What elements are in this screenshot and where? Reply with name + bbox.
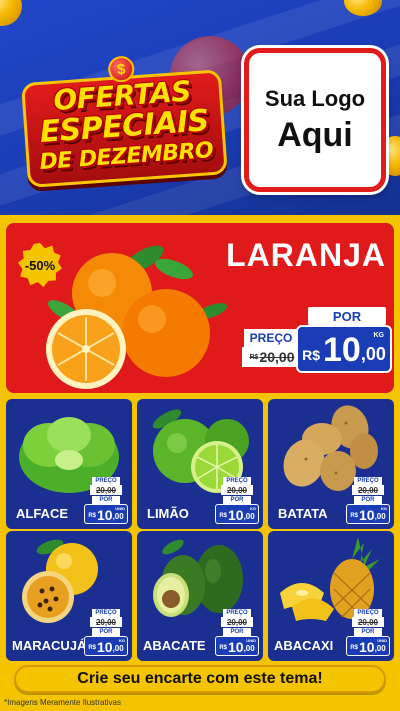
- price-decimal: ,00: [374, 512, 386, 521]
- unit-label: UNID: [115, 506, 125, 511]
- unit-label: KG: [381, 506, 387, 511]
- featured-product-card[interactable]: -50% LARANJA POR PREÇO R$ 20,00 KG R$ 10…: [6, 223, 394, 393]
- price-integer: 10: [358, 639, 375, 655]
- main-content: -50% LARANJA POR PREÇO R$ 20,00 KG R$ 10…: [0, 215, 400, 711]
- price-tag: PREÇO 20,00 POR UNID R$ 10 ,00: [346, 609, 390, 656]
- unit-label: KG: [250, 506, 256, 511]
- new-price: UNID R$ 10 ,00: [215, 636, 259, 656]
- product-card-maracuja[interactable]: MARACUJÁ PREÇO 20,00 POR KG R$ 10 ,00: [6, 531, 132, 661]
- price-integer: 10: [227, 639, 244, 655]
- price-decimal: ,00: [360, 344, 386, 364]
- logo-text-line2: Aqui: [277, 115, 353, 154]
- header-banner: $ OFERTAS ESPECIAIS DE DEZEMBRO Sua Logo…: [0, 0, 400, 215]
- new-price: UNID R$ 10 ,00: [346, 636, 390, 656]
- old-currency: R$: [249, 353, 259, 361]
- price-tag: PREÇO 20,00 POR UNID R$ 10 ,00: [215, 609, 259, 656]
- coin-decoration: [0, 0, 22, 26]
- create-flyer-button[interactable]: Crie seu encarte com este tema!: [14, 665, 386, 693]
- old-price: R$ 20,00: [242, 347, 302, 367]
- currency-label: R$: [302, 347, 321, 363]
- product-name: MARACUJÁ: [12, 638, 87, 653]
- preco-label: PREÇO: [223, 609, 251, 617]
- product-card-alface[interactable]: ALFACE PREÇO 20,00 POR UNID R$ 10 ,00: [6, 399, 132, 529]
- new-price: KG R$ 10 ,00: [215, 504, 259, 524]
- por-label: POR: [223, 496, 251, 504]
- old-price-value: 20,00: [259, 349, 295, 365]
- preco-label: PREÇO: [354, 477, 382, 485]
- product-name: ALFACE: [16, 506, 68, 521]
- price-integer: 10: [96, 507, 113, 523]
- price-decimal: ,00: [243, 644, 255, 653]
- old-price: 20,00: [221, 617, 253, 627]
- por-label: POR: [92, 496, 120, 504]
- price-integer: 10: [96, 639, 113, 655]
- por-label: POR: [354, 496, 382, 504]
- preco-label: PREÇO: [354, 609, 382, 617]
- por-label: POR: [354, 628, 382, 636]
- product-name: ABACAXI: [274, 638, 334, 653]
- old-price: 20,00: [352, 617, 384, 627]
- old-price: 20,00: [90, 617, 122, 627]
- price-decimal: ,00: [243, 512, 255, 521]
- unit-label: KG: [119, 638, 125, 643]
- price-decimal: ,00: [112, 644, 124, 653]
- new-price: KG R$ 10 ,00: [84, 636, 128, 656]
- por-label: POR: [308, 307, 386, 325]
- product-card-batata[interactable]: BATATA PREÇO 20,00 POR KG R$ 10 ,00: [268, 399, 394, 529]
- product-name: LIMÃO: [147, 506, 189, 521]
- old-price: 20,00: [221, 485, 253, 495]
- new-price: KG R$ 10 ,00: [346, 504, 390, 524]
- logo-text-line1: Sua Logo: [264, 85, 366, 111]
- unit-label: UNID: [377, 638, 387, 643]
- currency-label: R$: [219, 645, 227, 651]
- orange-illustration: [46, 245, 228, 389]
- disclaimer-text: *Imagens Meramente Ilustrativas: [4, 698, 121, 707]
- product-name: ABACATE: [143, 638, 206, 653]
- price-tag: PREÇO 20,00 POR KG R$ 10 ,00: [215, 477, 259, 524]
- price-tag: PREÇO 20,00 POR KG R$ 10 ,00: [346, 477, 390, 524]
- unit-label: KG: [373, 332, 385, 339]
- preco-label: PREÇO: [92, 609, 120, 617]
- currency-label: R$: [350, 645, 358, 651]
- currency-label: R$: [350, 513, 358, 519]
- price-integer: 10: [323, 331, 361, 369]
- product-card-limao[interactable]: LIMÃO PREÇO 20,00 POR KG R$ 10 ,00: [137, 399, 263, 529]
- product-card-abacate[interactable]: ABACATE PREÇO 20,00 POR UNID R$ 10 ,00: [137, 531, 263, 661]
- currency-label: R$: [219, 513, 227, 519]
- old-price: 20,00: [90, 485, 122, 495]
- price-tag: PREÇO 20,00 POR KG R$ 10 ,00: [84, 609, 128, 656]
- new-price: KG R$ 10 ,00: [296, 325, 392, 373]
- por-label: POR: [223, 628, 251, 636]
- featured-product-name: LARANJA: [226, 237, 386, 273]
- price-tag: PREÇO 20,00 POR UNID R$ 10 ,00: [84, 477, 128, 524]
- currency-label: R$: [88, 513, 96, 519]
- por-label: POR: [92, 628, 120, 636]
- price-integer: 10: [358, 507, 375, 523]
- currency-label: R$: [88, 645, 96, 651]
- price-integer: 10: [227, 507, 244, 523]
- product-name: BATATA: [278, 506, 328, 521]
- price-decimal: ,00: [112, 512, 124, 521]
- product-card-abacaxi[interactable]: ABACAXI PREÇO 20,00 POR UNID R$ 10 ,00: [268, 531, 394, 661]
- promo-title: $ OFERTAS ESPECIAIS DE DEZEMBRO: [14, 51, 238, 196]
- new-price: UNID R$ 10 ,00: [84, 504, 128, 524]
- preco-label: PREÇO: [223, 477, 251, 485]
- featured-price-tag: POR PREÇO R$ 20,00 KG R$ 10 ,00: [238, 307, 392, 373]
- price-decimal: ,00: [374, 644, 386, 653]
- preco-label: PREÇO: [244, 329, 298, 347]
- preco-label: PREÇO: [92, 477, 120, 485]
- logo-placeholder[interactable]: Sua Logo Aqui: [244, 48, 386, 192]
- unit-label: UNID: [246, 638, 256, 643]
- old-price: 20,00: [352, 485, 384, 495]
